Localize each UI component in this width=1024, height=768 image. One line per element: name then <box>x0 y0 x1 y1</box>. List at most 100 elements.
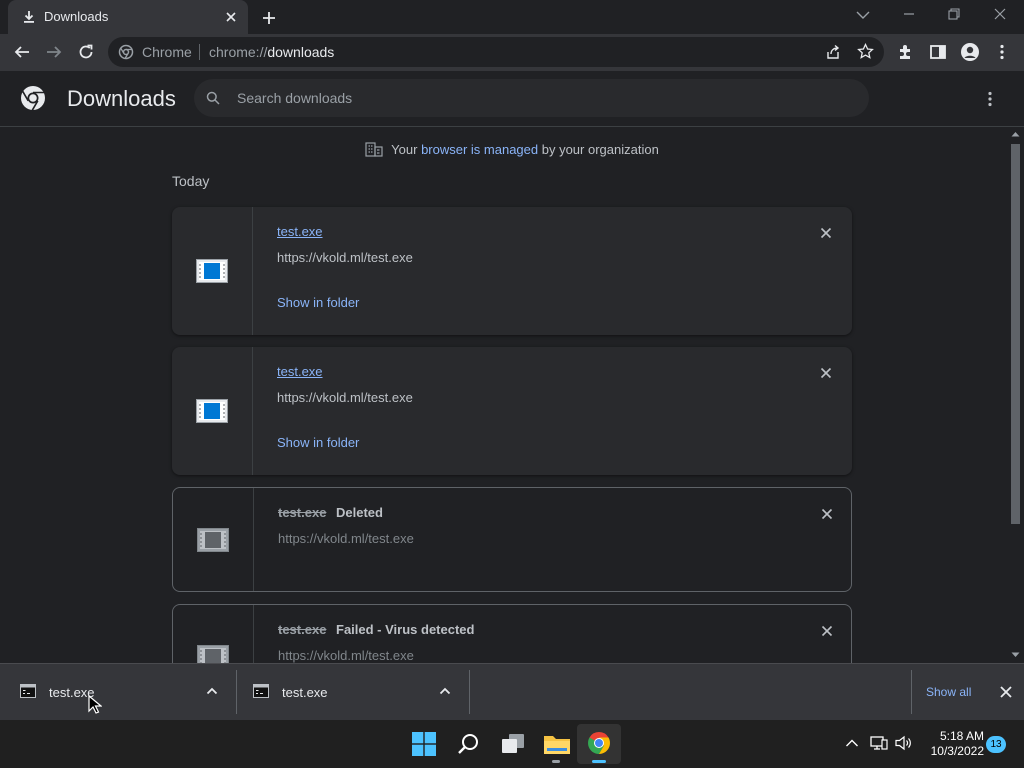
item-icon-column <box>173 488 254 591</box>
downloads-header: Downloads Search downloads <box>0 71 1024 127</box>
download-item-deleted: test.exe Deleted https://vkold.ml/test.e… <box>172 487 852 592</box>
exe-file-icon <box>196 259 228 283</box>
chrome-logo-icon <box>20 85 46 111</box>
back-arrow-icon[interactable] <box>13 43 31 61</box>
bookmark-star-icon[interactable] <box>857 43 874 60</box>
item-icon-column <box>172 207 253 335</box>
tab-strip: Downloads <box>0 0 1024 34</box>
download-icon <box>22 10 36 24</box>
status-label: Deleted <box>336 505 383 520</box>
remove-item-close-icon[interactable] <box>817 621 837 641</box>
volume-speaker-icon[interactable] <box>895 735 913 751</box>
file-source-url[interactable]: https://vkold.ml/test.exe <box>278 648 414 663</box>
mouse-cursor-icon <box>88 695 102 715</box>
downloads-menu-kebab-icon[interactable] <box>981 90 999 108</box>
close-shelf-icon[interactable] <box>998 684 1014 700</box>
scroll-up-arrow-icon[interactable] <box>1011 131 1020 137</box>
search-icon <box>206 91 220 105</box>
exe-file-icon <box>196 399 228 423</box>
file-name-struck: test.exe <box>278 622 327 637</box>
tab-downloads[interactable]: Downloads <box>8 0 248 34</box>
url-page: downloads <box>267 44 335 60</box>
chrome-taskbar-button[interactable] <box>577 724 621 764</box>
remove-item-close-icon[interactable] <box>816 363 836 383</box>
exe-file-greyed-icon <box>197 528 229 552</box>
managed-suffix: by your organization <box>538 142 659 157</box>
file-source-url[interactable]: https://vkold.ml/test.exe <box>277 390 413 405</box>
omnibox-divider <box>199 44 200 60</box>
managed-link[interactable]: browser is managed <box>421 142 538 157</box>
download-item: test.exe https://vkold.ml/test.exe Show … <box>172 207 852 335</box>
file-name-link[interactable]: test.exe <box>277 364 323 379</box>
chevron-up-icon[interactable] <box>438 685 452 697</box>
minimize-icon[interactable] <box>901 6 917 22</box>
file-name-link[interactable]: test.exe <box>277 224 323 239</box>
download-item-failed: test.exe Failed - Virus detected https:/… <box>172 604 852 663</box>
item-icon-column <box>173 605 254 663</box>
chevron-up-icon[interactable] <box>205 685 219 697</box>
shelf-download-item[interactable]: test.exe <box>8 670 240 716</box>
show-all-button[interactable]: Show all <box>926 685 971 699</box>
browser-toolbar: Chrome chrome://downloads <box>0 34 1024 71</box>
windows-taskbar: 5:18 AM 10/3/2022 13 <box>0 720 1024 768</box>
status-label: Failed - Virus detected <box>336 622 475 637</box>
download-item: test.exe https://vkold.ml/test.exe Show … <box>172 347 852 475</box>
remove-item-close-icon[interactable] <box>816 223 836 243</box>
url-prefix: chrome:// <box>209 44 268 60</box>
file-source-url[interactable]: https://vkold.ml/test.exe <box>277 250 413 265</box>
chrome-site-icon[interactable] <box>118 44 134 60</box>
task-view-icon[interactable] <box>500 732 526 756</box>
shelf-separator <box>911 670 912 714</box>
forward-arrow-icon[interactable] <box>45 43 63 61</box>
page-scrollbar[interactable] <box>1007 127 1024 663</box>
running-indicator <box>552 760 560 763</box>
scrollbar-thumb[interactable] <box>1011 144 1020 524</box>
shelf-download-item[interactable]: test.exe <box>241 670 473 716</box>
address-bar[interactable]: Chrome chrome://downloads <box>108 37 884 67</box>
item-icon-column <box>172 347 253 475</box>
close-window-icon[interactable] <box>992 6 1008 22</box>
windows-start-icon[interactable] <box>412 732 436 756</box>
file-explorer-icon[interactable] <box>543 732 571 756</box>
reload-icon[interactable] <box>77 43 95 61</box>
omnibox-site-label: Chrome <box>142 44 192 60</box>
tab-close-icon[interactable] <box>224 10 238 24</box>
show-in-folder-link[interactable]: Show in folder <box>277 435 359 450</box>
profile-avatar-icon[interactable] <box>960 42 980 62</box>
downloads-list-area: Your browser is managed by your organiza… <box>0 127 1007 663</box>
tab-title: Downloads <box>44 9 109 24</box>
managed-prefix: Your <box>391 142 422 157</box>
tab-search-chevron-down-icon[interactable] <box>855 8 871 22</box>
show-in-folder-link[interactable]: Show in folder <box>277 295 359 310</box>
shelf-separator <box>236 670 237 714</box>
download-shelf: test.exe test.exe Show all <box>0 663 1024 720</box>
new-tab-plus-icon[interactable] <box>260 9 278 27</box>
page-title: Downloads <box>67 86 176 111</box>
share-icon[interactable] <box>825 44 841 60</box>
chrome-logo-icon <box>588 732 610 754</box>
side-panel-icon[interactable] <box>929 43 947 61</box>
clock-time: 5:18 AM <box>939 729 984 743</box>
restore-icon[interactable] <box>946 6 962 22</box>
console-app-icon <box>20 684 36 698</box>
remove-item-close-icon[interactable] <box>817 504 837 524</box>
file-name-struck: test.exe <box>278 505 327 520</box>
taskbar-search-icon[interactable] <box>456 732 480 756</box>
managed-notice: Your browser is managed by your organiza… <box>0 141 1007 157</box>
shelf-separator <box>469 670 470 714</box>
show-hidden-icons-chevron-up-icon[interactable] <box>845 738 859 748</box>
browser-menu-kebab-icon[interactable] <box>993 43 1011 61</box>
active-app-indicator <box>592 760 606 763</box>
date-section-title: Today <box>172 173 210 189</box>
building-icon <box>365 141 383 157</box>
file-source-url[interactable]: https://vkold.ml/test.exe <box>278 531 414 546</box>
search-downloads-input[interactable]: Search downloads <box>194 79 869 117</box>
shelf-file-name: test.exe <box>282 685 328 700</box>
extensions-puzzle-icon[interactable] <box>897 43 915 61</box>
clock-date: 10/3/2022 <box>930 744 984 758</box>
network-icon[interactable] <box>870 735 888 751</box>
notification-count-badge[interactable]: 13 <box>986 736 1006 753</box>
scroll-down-arrow-icon[interactable] <box>1011 652 1020 658</box>
console-app-icon <box>253 684 269 698</box>
taskbar-clock[interactable]: 5:18 AM 10/3/2022 <box>924 729 984 759</box>
